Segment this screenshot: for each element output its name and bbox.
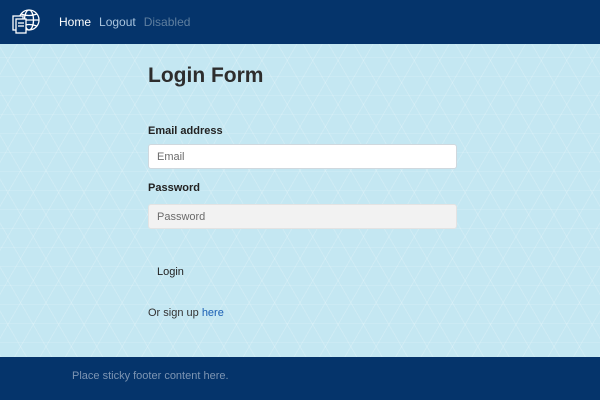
- email-label: Email address: [148, 125, 223, 137]
- login-button[interactable]: Login: [148, 262, 193, 282]
- globe-pages-icon: [12, 9, 40, 34]
- footer-text: Place sticky footer content here.: [72, 370, 229, 382]
- signup-link[interactable]: here: [202, 307, 224, 319]
- password-field[interactable]: [148, 204, 457, 229]
- nav-logout-link[interactable]: Logout: [99, 15, 136, 29]
- nav-home-link[interactable]: Home: [59, 15, 91, 29]
- password-label: Password: [148, 182, 200, 194]
- email-field[interactable]: [148, 144, 457, 169]
- top-navbar: Home Logout Disabled: [0, 0, 600, 44]
- nav-disabled-link: Disabled: [143, 15, 191, 29]
- main-nav: Home Logout Disabled: [59, 15, 198, 29]
- brand-logo-icon[interactable]: [10, 6, 44, 38]
- signup-prefix-text: Or sign up: [148, 307, 202, 319]
- page-title: Login Form: [148, 64, 264, 87]
- sticky-footer: Place sticky footer content here.: [0, 357, 600, 400]
- signup-prompt: Or sign up here: [148, 307, 224, 319]
